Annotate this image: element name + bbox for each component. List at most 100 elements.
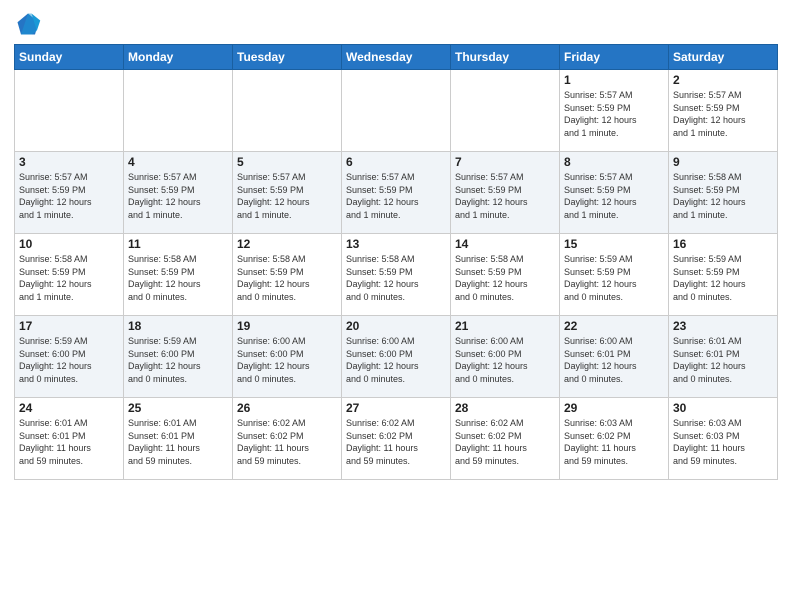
day-cell: 1 Sunrise: 5:57 AM Sunset: 5:59 PM Daylig… [560,70,669,152]
day-number: 12 [237,237,337,251]
day-cell: 30 Sunrise: 6:03 AM Sunset: 6:03 PM Dayli… [669,398,778,480]
day-cell [342,70,451,152]
day-info: Sunrise: 5:57 AM Sunset: 5:59 PM Dayligh… [237,171,337,221]
day-info: Sunrise: 6:00 AM Sunset: 6:01 PM Dayligh… [564,335,664,385]
day-header-tuesday: Tuesday [233,45,342,70]
day-cell: 17 Sunrise: 5:59 AM Sunset: 6:00 PM Dayli… [15,316,124,398]
week-row-3: 10 Sunrise: 5:58 AM Sunset: 5:59 PM Dayli… [15,234,778,316]
day-number: 13 [346,237,446,251]
day-info: Sunrise: 5:59 AM Sunset: 5:59 PM Dayligh… [673,253,773,303]
day-info: Sunrise: 5:57 AM Sunset: 5:59 PM Dayligh… [455,171,555,221]
day-info: Sunrise: 6:03 AM Sunset: 6:03 PM Dayligh… [673,417,773,467]
day-cell: 10Sunrise: 5:58 AM Sunset: 5:59 PM Dayli… [15,234,124,316]
week-row-1: 1 Sunrise: 5:57 AM Sunset: 5:59 PM Daylig… [15,70,778,152]
day-cell: 11 Sunrise: 5:58 AM Sunset: 5:59 PM Dayli… [124,234,233,316]
day-number: 5 [237,155,337,169]
week-row-2: 3 Sunrise: 5:57 AM Sunset: 5:59 PM Daylig… [15,152,778,234]
day-cell: 22 Sunrise: 6:00 AM Sunset: 6:01 PM Dayli… [560,316,669,398]
day-number: 3 [19,155,119,169]
day-cell: 15Sunrise: 5:59 AM Sunset: 5:59 PM Dayli… [560,234,669,316]
day-number: 28 [455,401,555,415]
day-cell: 28 Sunrise: 6:02 AM Sunset: 6:02 PM Dayli… [451,398,560,480]
day-info: Sunrise: 5:58 AM Sunset: 5:59 PM Dayligh… [455,253,555,303]
day-info: Sunrise: 6:00 AM Sunset: 6:00 PM Dayligh… [346,335,446,385]
day-cell: 2Sunrise: 5:57 AM Sunset: 5:59 PM Daylig… [669,70,778,152]
day-info: Sunrise: 5:57 AM Sunset: 5:59 PM Dayligh… [19,171,119,221]
day-number: 26 [237,401,337,415]
day-number: 21 [455,319,555,333]
day-cell: 19Sunrise: 6:00 AM Sunset: 6:00 PM Dayli… [233,316,342,398]
day-number: 1 [564,73,664,87]
day-info: Sunrise: 6:00 AM Sunset: 6:00 PM Dayligh… [455,335,555,385]
calendar-table: SundayMondayTuesdayWednesdayThursdayFrid… [14,44,778,480]
day-info: Sunrise: 5:57 AM Sunset: 5:59 PM Dayligh… [346,171,446,221]
day-info: Sunrise: 6:01 AM Sunset: 6:01 PM Dayligh… [673,335,773,385]
day-info: Sunrise: 6:02 AM Sunset: 6:02 PM Dayligh… [237,417,337,467]
day-number: 7 [455,155,555,169]
day-number: 16 [673,237,773,251]
day-info: Sunrise: 6:03 AM Sunset: 6:02 PM Dayligh… [564,417,664,467]
day-header-wednesday: Wednesday [342,45,451,70]
day-info: Sunrise: 5:59 AM Sunset: 6:00 PM Dayligh… [128,335,228,385]
logo-icon [14,10,42,38]
day-header-saturday: Saturday [669,45,778,70]
week-row-4: 17 Sunrise: 5:59 AM Sunset: 6:00 PM Dayli… [15,316,778,398]
day-cell: 9 Sunrise: 5:58 AM Sunset: 5:59 PM Daylig… [669,152,778,234]
day-cell: 23 Sunrise: 6:01 AM Sunset: 6:01 PM Dayli… [669,316,778,398]
day-number: 18 [128,319,228,333]
day-cell: 6 Sunrise: 5:57 AM Sunset: 5:59 PM Daylig… [342,152,451,234]
day-info: Sunrise: 6:01 AM Sunset: 6:01 PM Dayligh… [128,417,228,467]
day-info: Sunrise: 6:02 AM Sunset: 6:02 PM Dayligh… [455,417,555,467]
day-info: Sunrise: 6:01 AM Sunset: 6:01 PM Dayligh… [19,417,119,467]
day-cell: 14 Sunrise: 5:58 AM Sunset: 5:59 PM Dayli… [451,234,560,316]
page: SundayMondayTuesdayWednesdayThursdayFrid… [0,0,792,612]
day-info: Sunrise: 5:59 AM Sunset: 5:59 PM Dayligh… [564,253,664,303]
day-cell: 21 Sunrise: 6:00 AM Sunset: 6:00 PM Dayli… [451,316,560,398]
day-cell: 27 Sunrise: 6:02 AM Sunset: 6:02 PM Dayli… [342,398,451,480]
day-cell: 18 Sunrise: 5:59 AM Sunset: 6:00 PM Dayli… [124,316,233,398]
day-info: Sunrise: 5:58 AM Sunset: 5:59 PM Dayligh… [346,253,446,303]
day-number: 4 [128,155,228,169]
logo [14,10,44,38]
day-cell: 20Sunrise: 6:00 AM Sunset: 6:00 PM Dayli… [342,316,451,398]
header [14,10,778,38]
day-cell [124,70,233,152]
day-info: Sunrise: 6:00 AM Sunset: 6:00 PM Dayligh… [237,335,337,385]
day-number: 27 [346,401,446,415]
day-number: 11 [128,237,228,251]
day-number: 25 [128,401,228,415]
day-number: 6 [346,155,446,169]
day-cell: 13 Sunrise: 5:58 AM Sunset: 5:59 PM Dayli… [342,234,451,316]
day-cell: 25 Sunrise: 6:01 AM Sunset: 6:01 PM Dayli… [124,398,233,480]
day-cell [15,70,124,152]
day-info: Sunrise: 5:59 AM Sunset: 6:00 PM Dayligh… [19,335,119,385]
day-number: 22 [564,319,664,333]
day-cell: 5 Sunrise: 5:57 AM Sunset: 5:59 PM Daylig… [233,152,342,234]
day-info: Sunrise: 5:57 AM Sunset: 5:59 PM Dayligh… [564,89,664,139]
day-info: Sunrise: 6:02 AM Sunset: 6:02 PM Dayligh… [346,417,446,467]
day-header-sunday: Sunday [15,45,124,70]
day-cell: 7 Sunrise: 5:57 AM Sunset: 5:59 PM Daylig… [451,152,560,234]
day-number: 23 [673,319,773,333]
day-cell: 26 Sunrise: 6:02 AM Sunset: 6:02 PM Dayli… [233,398,342,480]
day-number: 8 [564,155,664,169]
day-info: Sunrise: 5:58 AM Sunset: 5:59 PM Dayligh… [128,253,228,303]
day-header-monday: Monday [124,45,233,70]
day-number: 9 [673,155,773,169]
day-number: 30 [673,401,773,415]
day-number: 14 [455,237,555,251]
day-number: 29 [564,401,664,415]
day-number: 10 [19,237,119,251]
day-cell: 12Sunrise: 5:58 AM Sunset: 5:59 PM Dayli… [233,234,342,316]
day-cell: 3 Sunrise: 5:57 AM Sunset: 5:59 PM Daylig… [15,152,124,234]
day-cell: 29 Sunrise: 6:03 AM Sunset: 6:02 PM Dayli… [560,398,669,480]
day-info: Sunrise: 5:57 AM Sunset: 5:59 PM Dayligh… [564,171,664,221]
day-number: 2 [673,73,773,87]
day-info: Sunrise: 5:57 AM Sunset: 5:59 PM Dayligh… [128,171,228,221]
day-cell [233,70,342,152]
day-number: 17 [19,319,119,333]
week-row-5: 24Sunrise: 6:01 AM Sunset: 6:01 PM Dayli… [15,398,778,480]
day-info: Sunrise: 5:58 AM Sunset: 5:59 PM Dayligh… [673,171,773,221]
day-cell: 16 Sunrise: 5:59 AM Sunset: 5:59 PM Dayli… [669,234,778,316]
day-cell: 8 Sunrise: 5:57 AM Sunset: 5:59 PM Daylig… [560,152,669,234]
